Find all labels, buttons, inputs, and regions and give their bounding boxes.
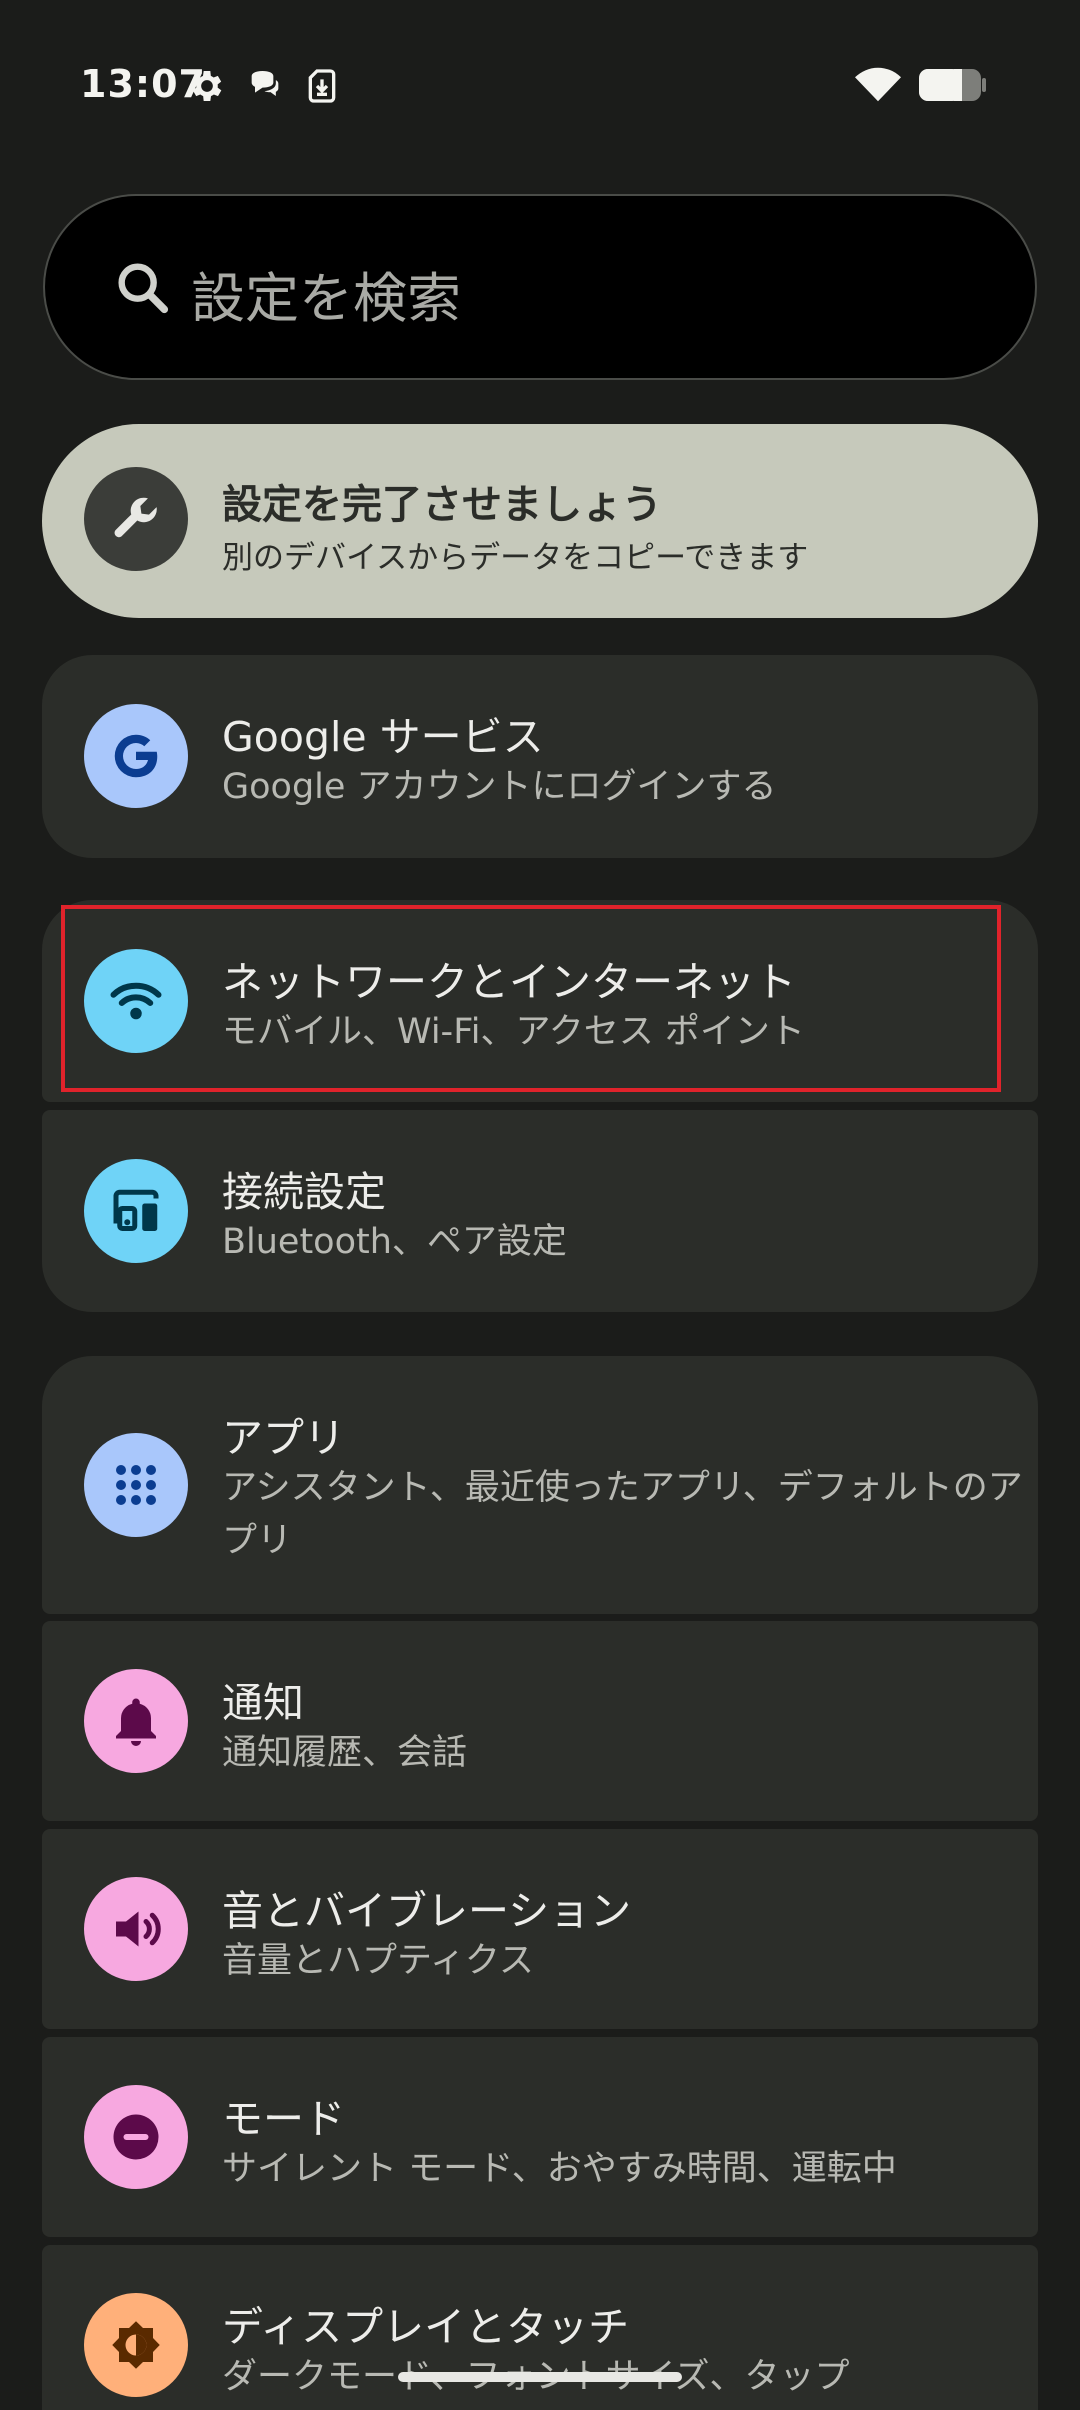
suggestion-subtitle: 別のデバイスからデータをコピーできます [222, 540, 809, 576]
item-title: ディスプレイとタッチ [222, 2303, 630, 2351]
download-icon [302, 66, 342, 106]
item-title: ネットワークとインターネット [222, 958, 796, 1006]
item-subtitle: Google アカウントにログインする [222, 767, 777, 807]
bell-icon [84, 1669, 188, 1773]
brightness-icon [84, 2293, 188, 2397]
item-title: モード [222, 2095, 345, 2143]
suggestion-title: 設定を完了させましょう [222, 482, 662, 528]
item-subtitle: 音量とハプティクス [222, 1941, 534, 1981]
settings-item-sound[interactable]: 音とバイブレーション 音量とハプティクス [42, 1829, 1038, 2029]
item-title: アプリ [222, 1414, 345, 1462]
google-icon [84, 704, 188, 808]
speaker-icon [84, 1877, 188, 1981]
wifi-icon [855, 64, 901, 104]
settings-item-connected-devices[interactable]: 接続設定 Bluetooth、ペア設定 [42, 1110, 1038, 1312]
settings-item-display[interactable]: ディスプレイとタッチ ダークモード、フォントサイズ、タップ [42, 2245, 1038, 2410]
item-title: 通知 [222, 1679, 304, 1727]
battery-icon [918, 68, 986, 102]
settings-screen: 13:07 設定を検索 設定を完了させましょう 別のデバイスからデータをコピーで… [0, 0, 1080, 2410]
item-subtitle: サイレント モード、おやすみ時間、運転中 [222, 2149, 897, 2189]
do-not-disturb-icon [84, 2085, 188, 2189]
wrench-icon [84, 467, 188, 571]
wifi-icon [84, 949, 188, 1053]
settings-item-apps[interactable]: アプリ アシスタント、最近使ったアプリ、デフォルトのアプリ [42, 1356, 1038, 1614]
setup-suggestion-card[interactable]: 設定を完了させましょう 別のデバイスからデータをコピーできます [42, 424, 1038, 618]
item-title: 接続設定 [222, 1168, 386, 1216]
item-title: 音とバイブレーション [222, 1887, 632, 1935]
search-bar[interactable]: 設定を検索 [43, 194, 1037, 380]
item-subtitle: モバイル、Wi-Fi、アクセス ポイント [222, 1012, 805, 1052]
item-subtitle: アシスタント、最近使ったアプリ、デフォルトのアプリ [222, 1468, 1023, 1561]
item-title: Google サービス [222, 713, 544, 761]
gear-icon [187, 66, 227, 106]
settings-item-notifications[interactable]: 通知 通知履歴、会話 [42, 1621, 1038, 1821]
status-bar: 13:07 [0, 0, 1080, 170]
gesture-nav-handle[interactable] [398, 2372, 682, 2382]
settings-item-modes[interactable]: モード サイレント モード、おやすみ時間、運転中 [42, 2037, 1038, 2237]
item-subtitle: Bluetooth、ペア設定 [222, 1222, 567, 1262]
apps-grid-icon [84, 1433, 188, 1537]
search-icon [111, 256, 175, 320]
settings-item-google[interactable]: Google サービス Google アカウントにログインする [42, 655, 1038, 858]
item-subtitle: 通知履歴、会話 [222, 1733, 468, 1773]
settings-item-network[interactable]: ネットワークとインターネット モバイル、Wi-Fi、アクセス ポイント [42, 900, 1038, 1102]
chat-bubble-icon [245, 66, 285, 106]
connected-devices-icon [84, 1159, 188, 1263]
search-placeholder: 設定を検索 [191, 267, 461, 330]
